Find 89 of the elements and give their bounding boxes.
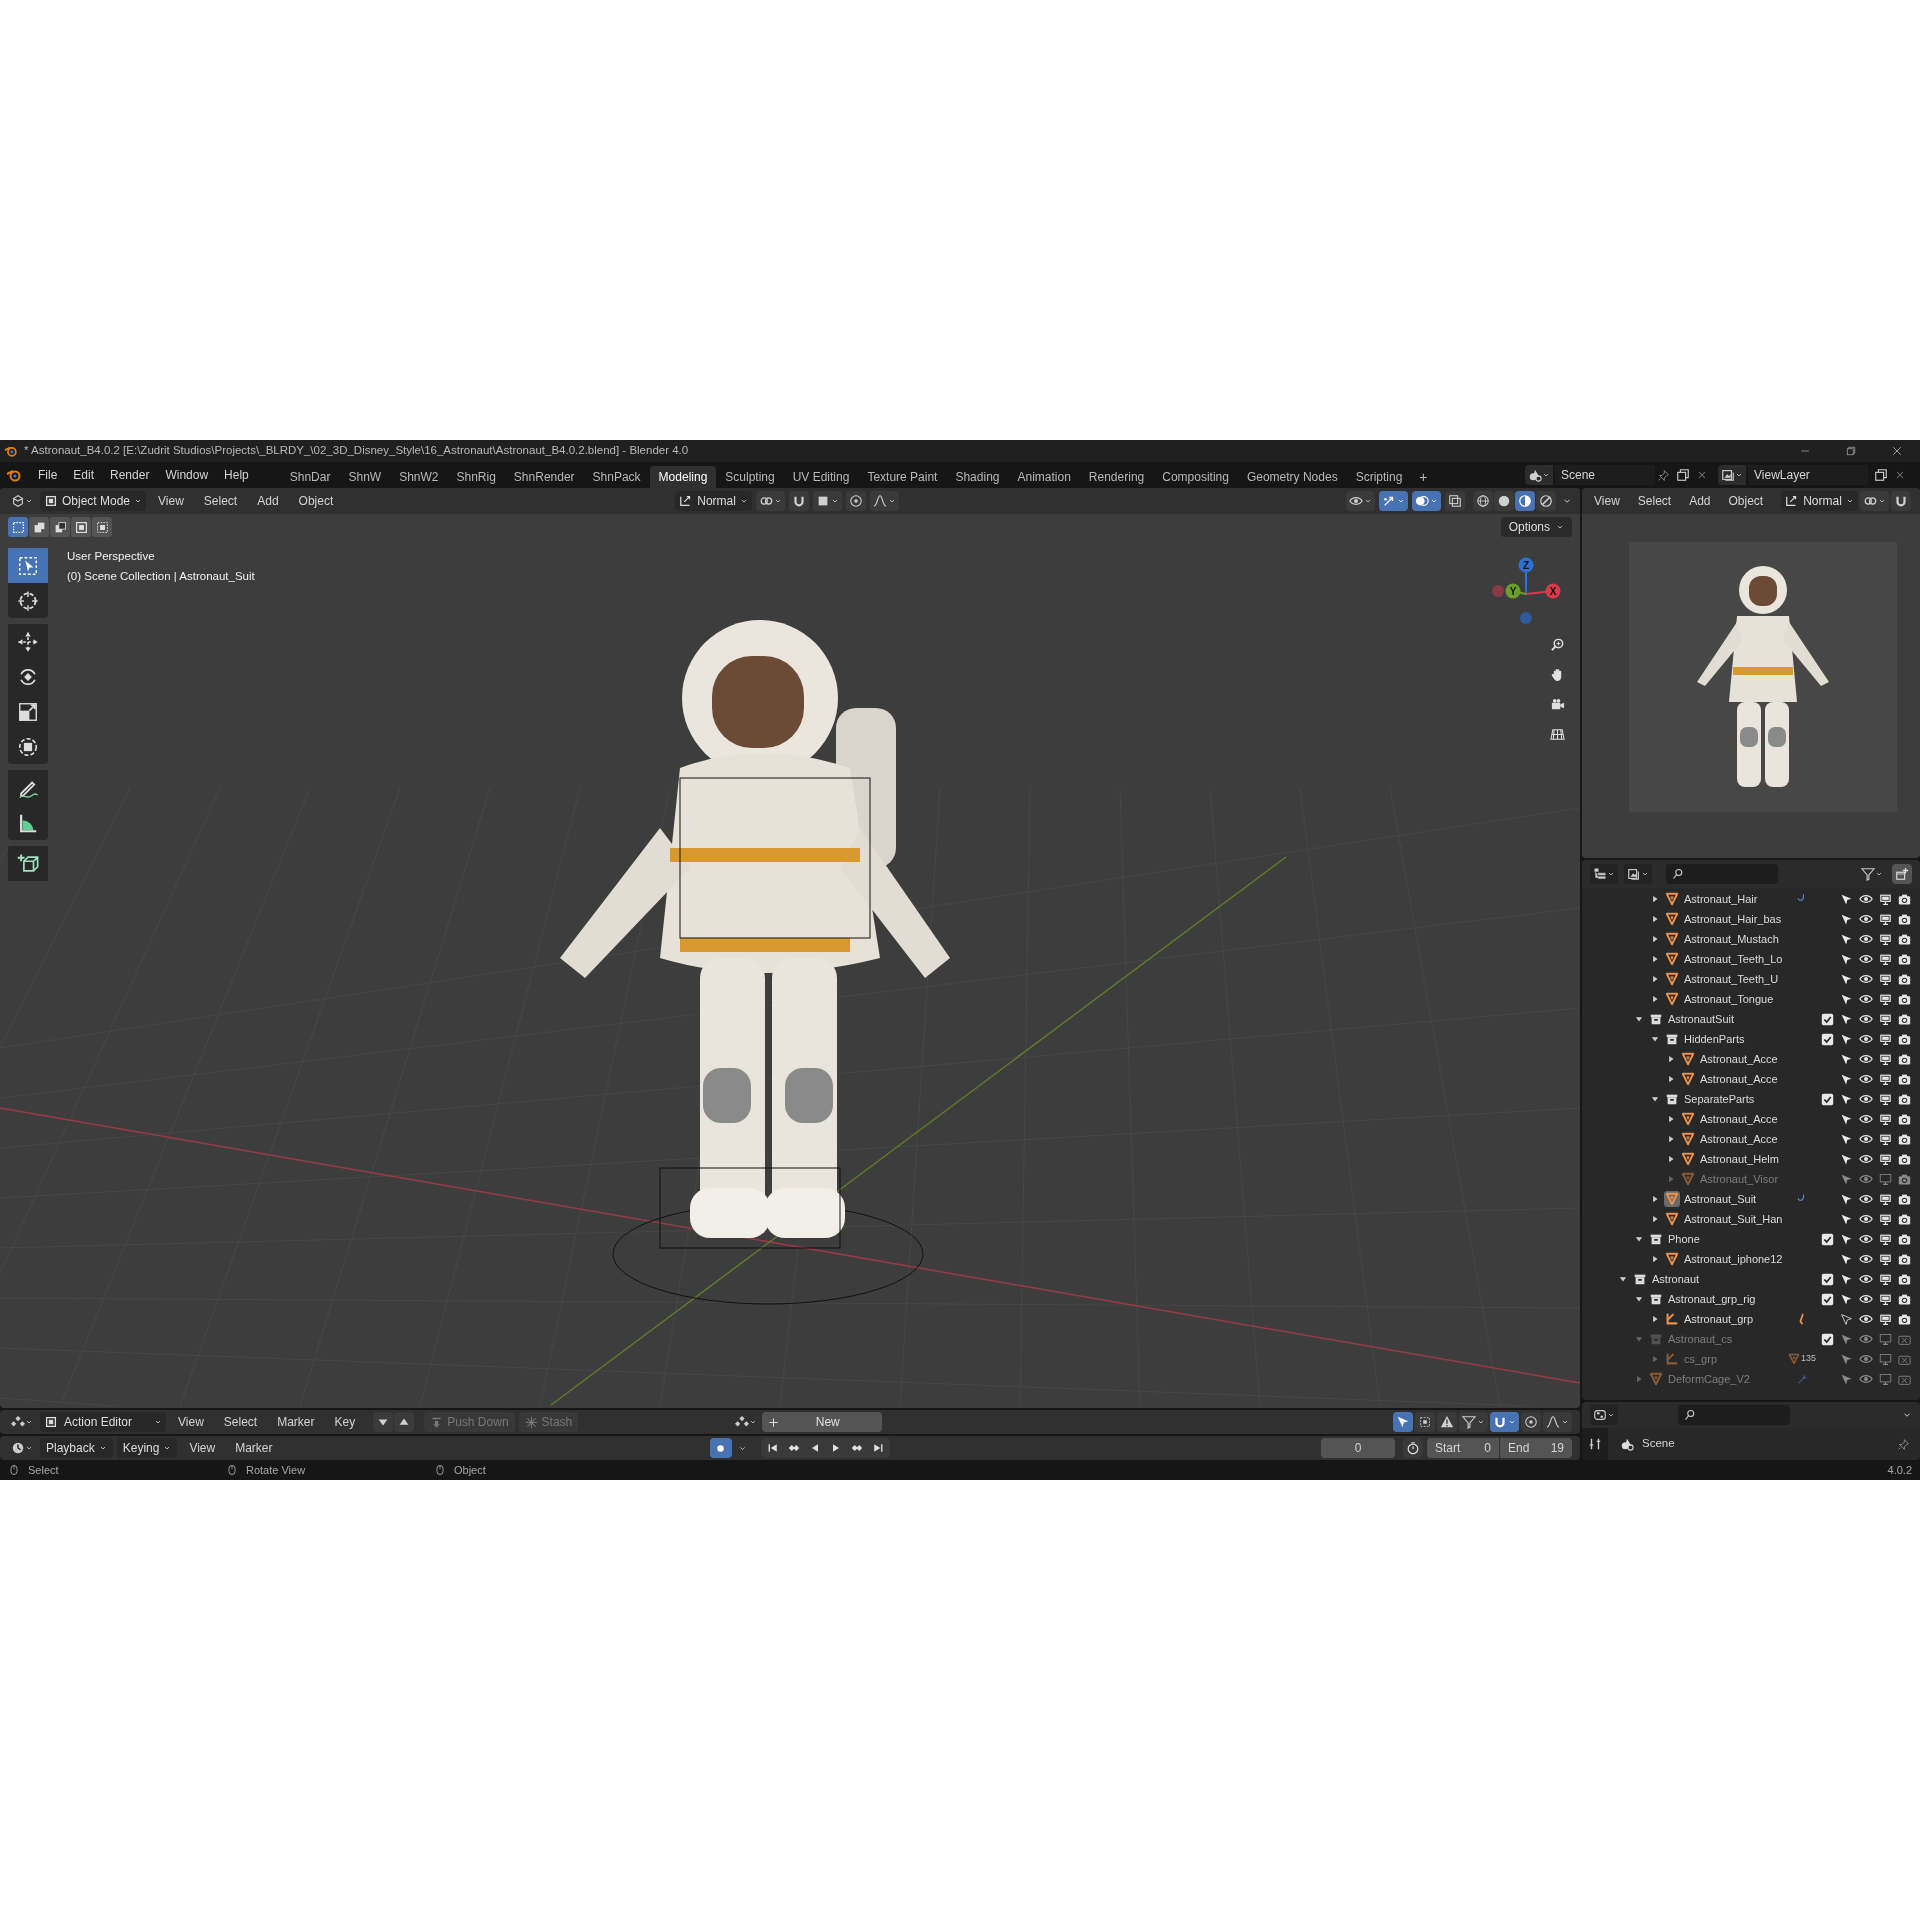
workspace-tab[interactable]: UV Editing	[783, 466, 859, 488]
workspace-tab[interactable]: Sculpting	[716, 466, 784, 488]
menu-item[interactable]: Select	[1629, 490, 1680, 512]
scene-field[interactable]: Scene	[1555, 465, 1655, 485]
add-workspace-button[interactable]: +	[1411, 466, 1436, 488]
workspace-tab[interactable]: ShnRender	[504, 466, 584, 488]
menu-item[interactable]: View	[170, 1411, 212, 1433]
field-value: 19	[1550, 1440, 1564, 1457]
item-count: 135	[1801, 1352, 1816, 1366]
mode-dropdown[interactable]: Object Mode	[40, 491, 147, 511]
status-hint: Select	[28, 1462, 59, 1478]
end-frame-field[interactable]: End 19	[1500, 1438, 1572, 1458]
menu-item[interactable]: View	[1586, 490, 1628, 512]
outliner-item-label[interactable]: Phone	[1668, 1230, 1787, 1248]
workspace-tab[interactable]: Shading	[946, 466, 1009, 488]
options-dropdown[interactable]: Options	[1500, 517, 1572, 537]
workspace-tab[interactable]: ShnW2	[390, 466, 448, 488]
menu-item[interactable]: Marker	[227, 1437, 281, 1459]
field-label: End	[1508, 1440, 1530, 1457]
orientation-dropdown[interactable]: Normal	[675, 491, 752, 511]
menu-item[interactable]: File	[30, 464, 66, 486]
axis-label: Z	[1522, 559, 1530, 571]
menu-item[interactable]: Edit	[65, 464, 103, 486]
outliner-item-label[interactable]: Astronaut_grp	[1684, 1310, 1787, 1328]
menu-item[interactable]: Render	[102, 464, 158, 486]
outliner-item-label[interactable]: Astronaut_Suit	[1684, 1190, 1787, 1208]
viewport-info-text: User Perspective	[67, 549, 156, 564]
menu-item[interactable]: Object	[290, 490, 342, 512]
version-label: 4.0.2	[1887, 1462, 1912, 1478]
frame-field[interactable]: 0	[1321, 1438, 1395, 1458]
workspace-tab[interactable]: ShnW	[339, 466, 391, 488]
outliner-item-label[interactable]: HiddenParts	[1684, 1030, 1787, 1048]
outliner-item-label[interactable]: Astronaut_Suit_Han	[1684, 1210, 1787, 1228]
status-hint: Rotate View	[246, 1462, 306, 1478]
outliner-item-label[interactable]: Astronaut_Acce	[1700, 1070, 1787, 1088]
outliner-item-label[interactable]: SeparateParts	[1684, 1090, 1787, 1108]
axis-label: X	[1549, 585, 1557, 597]
mode-dropdown[interactable]: Action Editor	[40, 1412, 166, 1432]
menu-item[interactable]: Add	[1681, 490, 1719, 512]
workspace-tab[interactable]: Texture Paint	[858, 466, 947, 488]
outliner-item-label[interactable]: AstronautSuit	[1668, 1010, 1787, 1028]
outliner-item-label[interactable]: Astronaut_Helm	[1700, 1150, 1787, 1168]
new-action-button[interactable]: New	[762, 1412, 883, 1432]
workspace-tab[interactable]: Animation	[1008, 466, 1080, 488]
scene-label: Scene	[1642, 1436, 1676, 1452]
outliner-item-label[interactable]: Astronaut_Teeth_Lo	[1684, 950, 1787, 968]
start-frame-field[interactable]: Start 0	[1427, 1438, 1499, 1458]
menu-item[interactable]: View	[181, 1437, 224, 1459]
field-value: ViewLayer	[1754, 467, 1811, 484]
viewport-info-text: (0) Scene Collection | Astronaut_Suit	[67, 569, 255, 585]
workspace-tab[interactable]: Scripting	[1346, 466, 1412, 488]
menu-item[interactable]: Add	[249, 490, 287, 512]
window-title: * Astronaut_B4.0.2 [E:\Zudrit Studios\Projects\_BLRDY_\02_3D_Disney_Style\16_Astronaut\Astronaut_B4.0.2.blend] - Blender 4.0	[24, 443, 689, 459]
outliner-item-label[interactable]: Astronaut_iphone12	[1684, 1250, 1787, 1268]
outliner-item-label[interactable]: Astronaut_Acce	[1700, 1050, 1787, 1068]
menu-item[interactable]: Marker	[269, 1411, 323, 1433]
axis-label: Y	[1509, 585, 1517, 597]
field-value: Scene	[1561, 467, 1597, 484]
field-value: 0	[1484, 1440, 1491, 1457]
outliner-item-label[interactable]: Astronaut_Hair_bas	[1684, 910, 1787, 928]
menu-dropdown[interactable]: Keying	[116, 1438, 178, 1458]
outliner-item-label[interactable]: Astronaut_Hair	[1684, 890, 1787, 908]
outliner-item-label[interactable]: Astronaut	[1652, 1270, 1787, 1288]
menu-item[interactable]: Object	[1720, 490, 1772, 512]
menu-item[interactable]: Window	[157, 464, 217, 486]
workspace-tab[interactable]: Compositing	[1153, 466, 1238, 488]
workspace-tab[interactable]: Rendering	[1079, 466, 1154, 488]
outliner-item-label[interactable]: Astronaut_Tongue	[1684, 990, 1787, 1008]
menu-item[interactable]: Key	[326, 1411, 364, 1433]
workspace-tab[interactable]: ShnPack	[583, 466, 650, 488]
outliner-item-label[interactable]: Astronaut_Acce	[1700, 1130, 1787, 1148]
status-hint: Object	[454, 1462, 486, 1478]
workspace-tab[interactable]: Modeling	[649, 466, 717, 488]
field-value: 0	[1354, 1440, 1362, 1457]
workspace-tab[interactable]: ShnDar	[280, 466, 340, 488]
orientation-dropdown[interactable]: Normal	[1781, 491, 1858, 511]
workspace-tab[interactable]: Geometry Nodes	[1237, 466, 1347, 488]
outliner-item-label[interactable]: Astronaut_grp_rig	[1668, 1290, 1787, 1308]
view-layer-field[interactable]: ViewLayer	[1748, 465, 1868, 485]
menu-dropdown[interactable]: Playback	[40, 1438, 113, 1458]
field-label: Start	[1435, 1440, 1461, 1457]
outliner-item-label[interactable]: Astronaut_Acce	[1700, 1110, 1787, 1128]
menu-item[interactable]: Help	[216, 464, 257, 486]
menu-item[interactable]: View	[150, 490, 192, 512]
outliner-item-label[interactable]: Astronaut_Teeth_U	[1684, 970, 1787, 988]
menu-item[interactable]: Select	[195, 490, 246, 512]
workspace-tab[interactable]: ShnRig	[447, 466, 505, 488]
outliner-item-label[interactable]: Astronaut_Mustach	[1684, 930, 1787, 948]
menu-item[interactable]: Select	[215, 1411, 266, 1433]
